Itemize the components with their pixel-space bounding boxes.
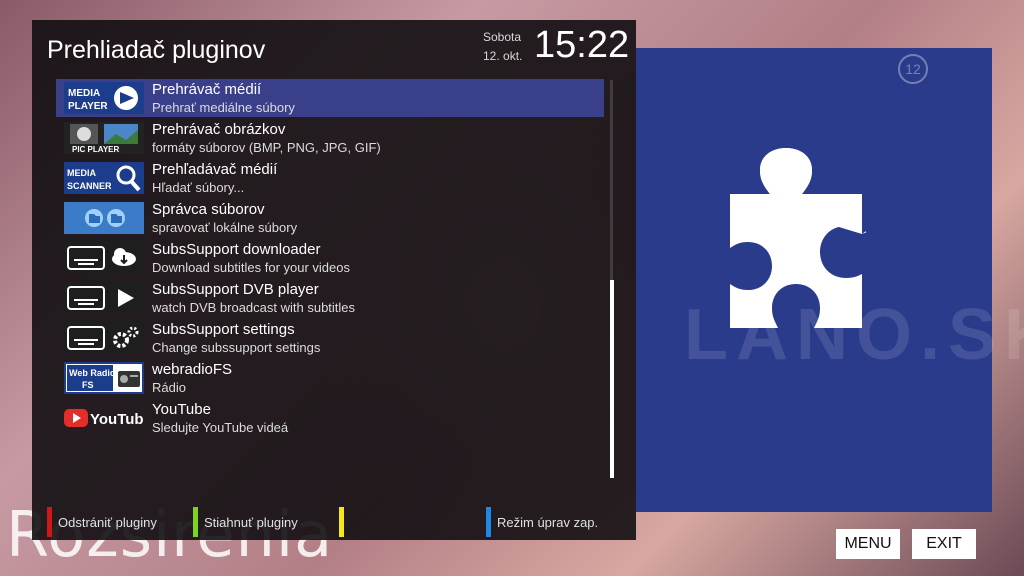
plugin-row-youtube[interactable]: YouTube YouTube Sledujte YouTube videá bbox=[56, 399, 604, 437]
plugin-subtitle: Rádio bbox=[152, 380, 186, 395]
plugin-row-media-player[interactable]: MEDIA PLAYER Prehrávač médií Prehrať med… bbox=[56, 79, 604, 117]
clock: 15:22 bbox=[534, 24, 630, 66]
plugin-title: SubsSupport settings bbox=[152, 321, 295, 338]
plugin-subtitle: Sledujte YouTube videá bbox=[152, 420, 289, 435]
channel-badge: 12 bbox=[898, 54, 928, 84]
svg-text:SCANNER: SCANNER bbox=[67, 181, 112, 191]
scrollbar-thumb[interactable] bbox=[610, 280, 614, 478]
svg-text:MEDIA: MEDIA bbox=[67, 168, 97, 178]
svg-text:PLAYER: PLAYER bbox=[68, 101, 108, 112]
red-key-indicator bbox=[47, 507, 52, 537]
blue-button-label: Režim úprav zap. bbox=[497, 514, 599, 530]
plugin-subtitle: spravovať lokálne súbory bbox=[152, 220, 298, 235]
subs-download-icon bbox=[64, 242, 144, 274]
plugin-title: Správca súborov bbox=[152, 201, 265, 218]
plugin-title: Prehľadávač médií bbox=[152, 161, 278, 178]
green-key-indicator bbox=[193, 507, 198, 537]
plugin-title: SubsSupport downloader bbox=[152, 241, 321, 258]
youtube-icon: YouTube bbox=[64, 402, 144, 434]
subs-dvb-icon bbox=[64, 282, 144, 314]
date-label: 12. okt. bbox=[483, 49, 523, 63]
yellow-key-indicator bbox=[339, 507, 344, 537]
svg-text:FS: FS bbox=[82, 380, 94, 390]
plugin-subtitle: Hľadať súbory... bbox=[152, 180, 245, 195]
plugin-subtitle: formáty súborov (BMP, PNG, JPG, GIF) bbox=[152, 140, 381, 155]
blue-key-indicator bbox=[486, 507, 491, 537]
plugin-title: Prehrávač médií bbox=[152, 81, 262, 98]
media-scanner-icon: MEDIA SCANNER bbox=[64, 162, 144, 194]
page-title: Prehliadač pluginov bbox=[47, 36, 266, 64]
svg-text:PIC PLAYER: PIC PLAYER bbox=[72, 145, 119, 154]
plugin-list: MEDIA PLAYER Prehrávač médií Prehrať med… bbox=[56, 79, 604, 439]
plugin-subtitle: Download subtitles for your videos bbox=[152, 260, 350, 275]
day-label: Sobota bbox=[483, 30, 522, 44]
green-button[interactable]: Stiahnuť pluginy bbox=[193, 507, 298, 537]
plugin-row-subs-settings[interactable]: SubsSupport settings Change subssupport … bbox=[56, 319, 604, 357]
plugin-subtitle: Prehrať mediálne súbory bbox=[152, 100, 295, 115]
puzzle-icon bbox=[730, 148, 866, 328]
plugin-title: YouTube bbox=[152, 401, 211, 418]
plugin-title: webradioFS bbox=[152, 361, 233, 378]
plugin-row-pic-player[interactable]: PIC PLAYER Prehrávač obrázkov formáty sú… bbox=[56, 119, 604, 157]
red-button-label: Odstrániť pluginy bbox=[58, 514, 157, 530]
yellow-button[interactable] bbox=[339, 507, 350, 537]
plugin-subtitle: Change subssupport settings bbox=[152, 340, 321, 355]
svg-text:Web Radio: Web Radio bbox=[69, 368, 116, 378]
media-player-icon: MEDIA PLAYER bbox=[64, 82, 144, 114]
plugin-row-file-manager[interactable]: Správca súborov spravovať lokálne súbory bbox=[56, 199, 604, 237]
plugin-row-media-scanner[interactable]: MEDIA SCANNER Prehľadávač médií Hľadať s… bbox=[56, 159, 604, 197]
red-button[interactable]: Odstrániť pluginy bbox=[47, 507, 157, 537]
plugin-title: SubsSupport DVB player bbox=[152, 281, 319, 298]
blue-button[interactable]: Režim úprav zap. bbox=[486, 507, 598, 537]
menu-key[interactable]: MENU bbox=[836, 529, 900, 559]
plugin-row-webradiofs[interactable]: Web Radio FS webradioFS Rádio bbox=[56, 359, 604, 397]
svg-text:YouTube: YouTube bbox=[90, 411, 144, 428]
preview-panel: 12 LANO.SK MENU EXIT bbox=[636, 48, 1024, 559]
subs-settings-icon bbox=[64, 322, 144, 354]
green-button-label: Stiahnuť pluginy bbox=[204, 514, 298, 530]
svg-text:MEDIA: MEDIA bbox=[68, 88, 100, 99]
plugin-subtitle: watch DVB broadcast with subtitles bbox=[152, 300, 356, 315]
pic-player-icon: PIC PLAYER bbox=[64, 122, 144, 154]
plugin-row-subs-downloader[interactable]: SubsSupport downloader Download subtitle… bbox=[56, 239, 604, 277]
webradio-icon: Web Radio FS bbox=[64, 362, 144, 394]
exit-key[interactable]: EXIT bbox=[912, 529, 976, 559]
plugin-browser-panel: Prehliadač pluginov Sobota 12. okt. 15:2… bbox=[32, 20, 636, 540]
plugin-title: Prehrávač obrázkov bbox=[152, 121, 286, 138]
plugin-row-subs-dvb-player[interactable]: SubsSupport DVB player watch DVB broadca… bbox=[56, 279, 604, 317]
file-manager-icon bbox=[64, 202, 144, 234]
